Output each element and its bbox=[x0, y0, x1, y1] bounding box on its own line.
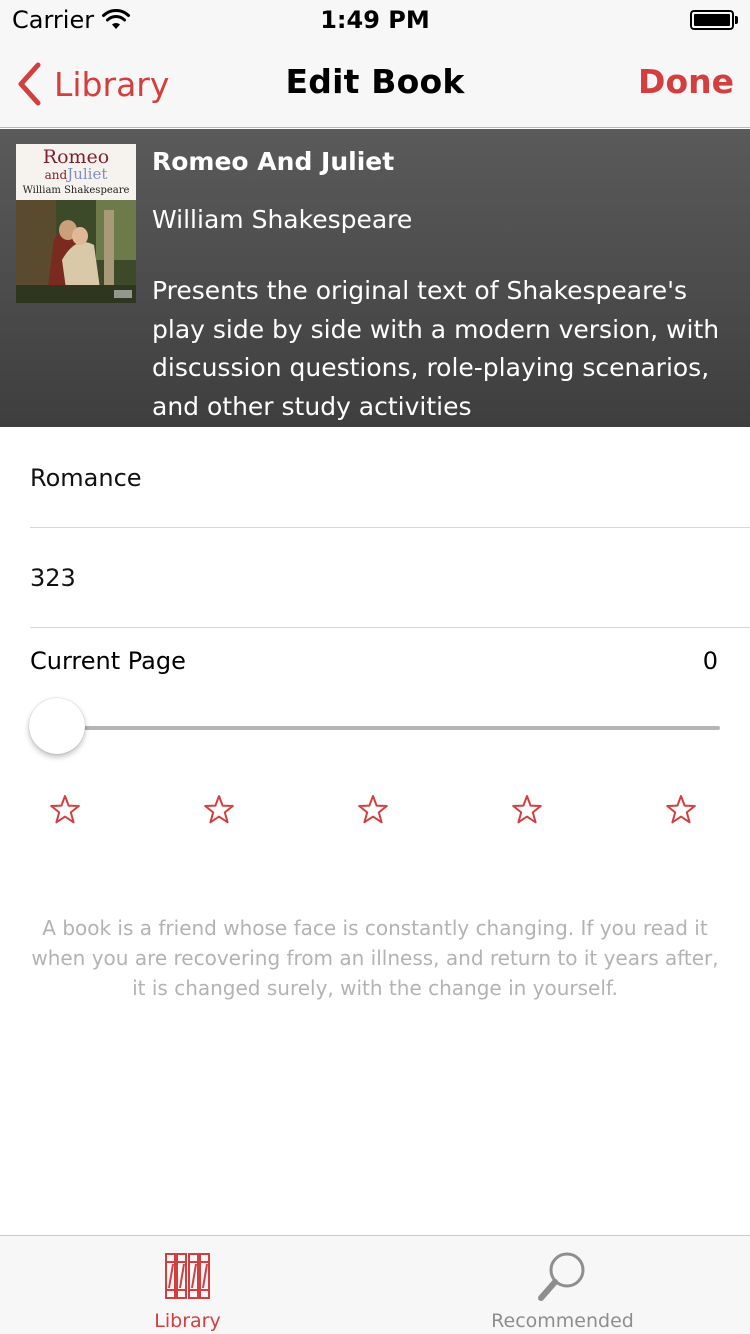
tab-recommended-label: Recommended bbox=[491, 1310, 634, 1332]
tab-library-label: Library bbox=[154, 1310, 221, 1332]
tab-library[interactable]: Library bbox=[0, 1236, 375, 1334]
status-time: 1:49 PM bbox=[320, 6, 430, 34]
cover-title-line1: Romeo bbox=[42, 146, 110, 168]
cover-title-line2: Juliet bbox=[67, 165, 108, 183]
star-outline-icon[interactable] bbox=[48, 793, 82, 827]
tab-recommended[interactable]: Recommended bbox=[375, 1236, 750, 1334]
cover-painting bbox=[16, 200, 136, 303]
cover-author: William Shakespeare bbox=[22, 185, 130, 196]
current-page-slider-track[interactable] bbox=[56, 726, 720, 730]
done-button[interactable]: Done bbox=[638, 62, 734, 101]
pages-field-row bbox=[30, 528, 750, 628]
battery-icon bbox=[690, 10, 738, 30]
status-bar: Carrier 1:49 PM bbox=[0, 0, 750, 40]
current-page-value: 0 bbox=[702, 647, 718, 675]
current-page-slider-thumb[interactable] bbox=[29, 698, 85, 754]
book-header: Romeo andJuliet William Shakespeare Rome… bbox=[0, 129, 750, 427]
magnifier-icon bbox=[537, 1252, 584, 1301]
book-title: Romeo And Juliet bbox=[152, 147, 395, 176]
book-cover[interactable]: Romeo andJuliet William Shakespeare bbox=[16, 144, 136, 303]
star-outline-icon[interactable] bbox=[202, 793, 236, 827]
tab-bar: Library Recommended bbox=[0, 1235, 750, 1334]
book-quote: A book is a friend whose face is constan… bbox=[31, 916, 719, 1000]
genre-field[interactable] bbox=[30, 463, 750, 492]
cover-title-and: and bbox=[44, 168, 68, 182]
current-page-label: Current Page bbox=[30, 647, 186, 675]
book-description: Presents the original text of Shakespear… bbox=[152, 276, 720, 421]
star-outline-icon[interactable] bbox=[510, 793, 544, 827]
genre-field-row bbox=[30, 428, 750, 528]
star-outline-icon[interactable] bbox=[356, 793, 390, 827]
navigation-bar: Library Edit Book Done bbox=[0, 40, 750, 128]
star-outline-icon[interactable] bbox=[664, 793, 698, 827]
books-icon bbox=[164, 1253, 210, 1299]
rating-stars bbox=[0, 793, 750, 829]
book-author: William Shakespeare bbox=[152, 205, 413, 234]
pages-field[interactable] bbox=[30, 563, 750, 592]
cover-title: Romeo andJuliet bbox=[16, 148, 136, 183]
